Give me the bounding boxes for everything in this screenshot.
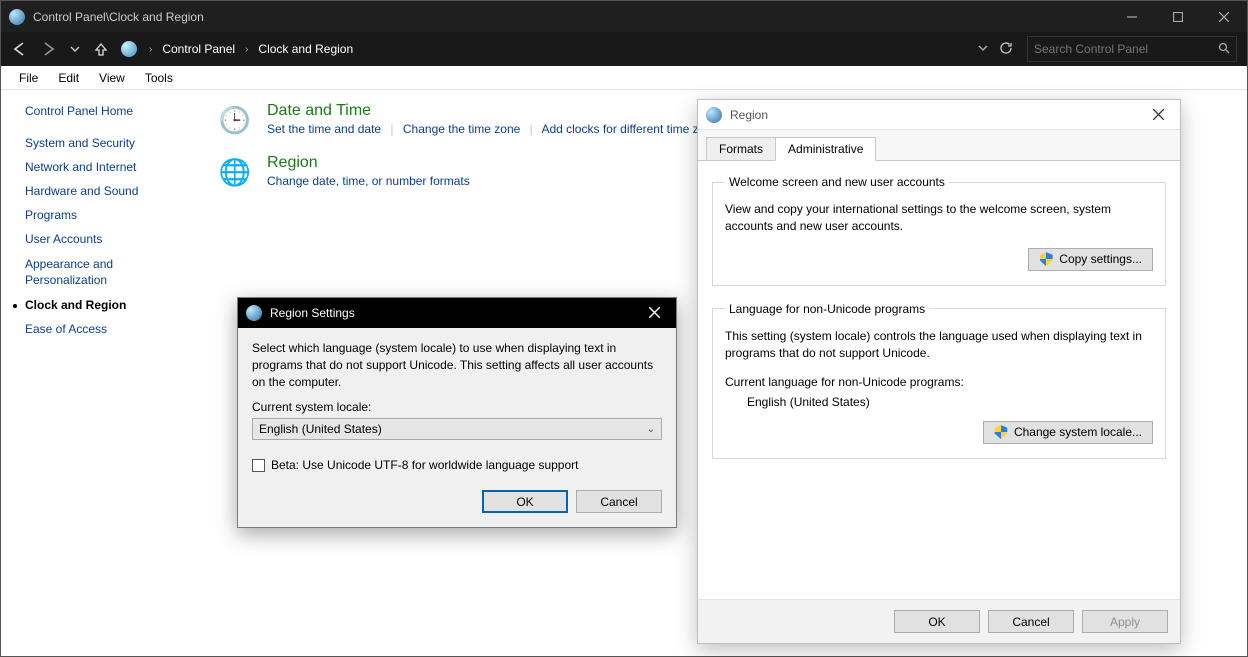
group-welcome-screen: Welcome screen and new user accounts Vie… xyxy=(712,175,1166,286)
current-language-value: English (United States) xyxy=(747,395,1153,409)
link-change-formats[interactable]: Change date, time, or number formats xyxy=(267,174,470,188)
forward-button[interactable] xyxy=(35,35,63,63)
copy-settings-button[interactable]: Copy settings... xyxy=(1028,248,1153,271)
menu-edit[interactable]: Edit xyxy=(48,68,89,88)
close-button[interactable] xyxy=(632,306,676,321)
recent-locations-button[interactable] xyxy=(65,35,85,63)
uac-shield-icon xyxy=(994,425,1008,439)
apply-button[interactable]: Apply xyxy=(1082,610,1168,633)
sidebar-item-ease-of-access[interactable]: Ease of Access xyxy=(25,322,191,336)
change-locale-label: Change system locale... xyxy=(1014,425,1142,439)
window-titlebar[interactable]: Region xyxy=(698,100,1180,130)
ok-button[interactable]: OK xyxy=(894,610,980,633)
app-icon xyxy=(9,9,25,25)
menu-view[interactable]: View xyxy=(89,68,135,88)
minimize-button[interactable] xyxy=(1109,1,1155,32)
change-system-locale-button[interactable]: Change system locale... xyxy=(983,421,1153,444)
ok-button[interactable]: OK xyxy=(482,490,568,513)
up-button[interactable] xyxy=(87,35,115,63)
search-icon[interactable] xyxy=(1218,42,1230,57)
category-title-datetime[interactable]: Date and Time xyxy=(267,102,725,120)
maximize-button[interactable] xyxy=(1155,1,1201,32)
tab-administrative[interactable]: Administrative xyxy=(775,137,876,161)
locale-label: Current system locale: xyxy=(252,400,662,414)
breadcrumb-segment[interactable]: Clock and Region xyxy=(256,40,355,58)
sidebar-item-user-accounts[interactable]: User Accounts xyxy=(25,232,191,246)
non-unicode-text: This setting (system locale) controls th… xyxy=(725,328,1153,363)
sidebar-item-clock-region[interactable]: Clock and Region xyxy=(25,298,191,312)
copy-settings-label: Copy settings... xyxy=(1059,252,1142,266)
back-button[interactable] xyxy=(5,35,33,63)
datetime-links: Set the time and date | Change the time … xyxy=(267,122,725,136)
utf8-beta-label: Beta: Use Unicode UTF-8 for worldwide la… xyxy=(271,458,579,472)
window-title: Control Panel\Clock and Region xyxy=(33,10,204,24)
link-change-time-zone[interactable]: Change the time zone xyxy=(403,122,520,136)
menu-strip: File Edit View Tools xyxy=(1,66,1247,90)
sidebar: Control Panel Home System and Security N… xyxy=(1,90,201,656)
tab-formats[interactable]: Formats xyxy=(706,137,776,160)
utf8-beta-checkbox[interactable] xyxy=(252,459,265,472)
uac-shield-icon xyxy=(1039,252,1053,266)
region-window: Region Formats Administrative Welcome sc… xyxy=(697,99,1181,644)
group-legend-welcome: Welcome screen and new user accounts xyxy=(725,175,949,189)
group-legend-non-unicode: Language for non-Unicode programs xyxy=(725,302,929,316)
group-non-unicode: Language for non-Unicode programs This s… xyxy=(712,302,1166,459)
dialog-description: Select which language (system locale) to… xyxy=(252,340,662,390)
search-input[interactable] xyxy=(1034,42,1214,56)
current-language-label: Current language for non-Unicode program… xyxy=(725,375,1153,389)
cancel-button[interactable]: Cancel xyxy=(576,490,662,513)
control-panel-home-link[interactable]: Control Panel Home xyxy=(25,104,191,118)
clock-icon: 🕒 xyxy=(217,102,253,138)
refresh-button[interactable] xyxy=(993,41,1019,58)
breadcrumb-segment[interactable]: Control Panel xyxy=(160,40,237,58)
globe-icon xyxy=(706,107,722,123)
sidebar-item-appearance[interactable]: Appearance and Personalization xyxy=(25,256,191,288)
sidebar-item-network-internet[interactable]: Network and Internet xyxy=(25,160,191,174)
chevron-right-icon[interactable]: › xyxy=(241,44,252,55)
menu-tools[interactable]: Tools xyxy=(135,68,183,88)
category-title-region[interactable]: Region xyxy=(267,154,470,172)
dialog-title: Region Settings xyxy=(270,306,355,320)
welcome-text: View and copy your international setting… xyxy=(725,201,1153,236)
dialog-titlebar[interactable]: Region Settings xyxy=(238,298,676,328)
chevron-down-icon: ⌄ xyxy=(647,424,655,435)
system-locale-dropdown[interactable]: English (United States) ⌄ xyxy=(252,418,662,440)
dialog-footer: OK Cancel Apply xyxy=(698,599,1180,643)
cancel-button[interactable]: Cancel xyxy=(988,610,1074,633)
close-button[interactable] xyxy=(1136,107,1180,123)
sidebar-item-programs[interactable]: Programs xyxy=(25,208,191,222)
close-button[interactable] xyxy=(1201,1,1247,32)
tab-strip: Formats Administrative xyxy=(698,130,1180,160)
control-panel-icon xyxy=(121,41,137,57)
globe-icon xyxy=(246,305,262,321)
sidebar-item-hardware-sound[interactable]: Hardware and Sound xyxy=(25,184,191,198)
search-box[interactable] xyxy=(1027,36,1237,62)
locale-value: English (United States) xyxy=(259,422,382,436)
region-settings-dialog: Region Settings Select which language (s… xyxy=(237,297,677,528)
menu-file[interactable]: File xyxy=(9,68,48,88)
link-set-time-date[interactable]: Set the time and date xyxy=(267,122,381,136)
globe-clock-icon: 🌐 xyxy=(217,154,253,190)
address-dropdown-button[interactable] xyxy=(973,43,993,56)
window-title: Region xyxy=(730,108,768,122)
address-bar: › Control Panel › Clock and Region xyxy=(1,32,1247,66)
chevron-right-icon[interactable]: › xyxy=(145,44,156,55)
titlebar: Control Panel\Clock and Region xyxy=(1,1,1247,32)
sidebar-item-system-security[interactable]: System and Security xyxy=(25,136,191,150)
